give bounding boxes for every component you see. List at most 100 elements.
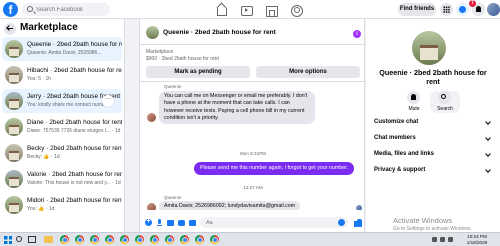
chat-details-panel: Queenie · 2bed 2bath house for rent Mute… (366, 19, 500, 232)
clock[interactable]: 10:24 PM 1/18/2026 (463, 234, 491, 245)
back-button[interactable] (4, 23, 16, 35)
chrome-icon[interactable] (195, 235, 204, 244)
conversation-item[interactable]: Jerry · 2bed 2bath house for rent You: k… (2, 89, 122, 113)
account-avatar[interactable] (487, 3, 500, 16)
thumbs-up-icon[interactable] (354, 218, 362, 227)
search-icon (27, 6, 33, 12)
mute-button[interactable]: Mute (399, 91, 429, 113)
chrome-icon[interactable] (150, 235, 159, 244)
sender-avatar[interactable] (147, 203, 156, 210)
image-icon[interactable] (167, 219, 174, 227)
marketplace-sidebar: Marketplace Queenie · 2bed 2bath house f… (0, 19, 125, 232)
customize-chat-section[interactable]: Customize chat (374, 119, 494, 131)
volume-icon[interactable] (440, 237, 445, 242)
mark-as-pending-button[interactable]: Mark as pending (146, 66, 250, 78)
find-friends-button[interactable]: Find friends (398, 3, 436, 16)
grid-menu-icon (443, 6, 450, 13)
sidebar-title: Marketplace (20, 22, 78, 33)
mute-circle[interactable] (407, 91, 420, 104)
listing-price-title[interactable]: $900 · 2bed 2bath house for rent (146, 56, 219, 62)
conversation-item[interactable]: Valorie · 2bed 2bath house for rent Valo… (2, 167, 122, 191)
message-composer (140, 214, 366, 232)
chat-title[interactable]: Queenie · 2bed 2bath house for rent (163, 29, 276, 36)
bell-icon (476, 6, 481, 12)
search-icon (441, 94, 446, 99)
listing-thumbnail (5, 92, 23, 110)
privacy-support-section[interactable]: Privacy & support (374, 167, 494, 179)
notification-badge: 7 (469, 0, 476, 7)
clock-date: 1/18/2026 (466, 239, 488, 245)
conversation-preview: Queenie: Amita Davis; 2526986... (27, 50, 102, 56)
incoming-message: You can call me on Messenger or email me… (159, 91, 315, 125)
groups-icon[interactable] (290, 4, 303, 17)
file-explorer-icon[interactable] (44, 236, 53, 243)
listing-thumbnail (5, 196, 23, 214)
sticker-icon[interactable] (178, 219, 185, 227)
listing-thumbnail (5, 118, 23, 136)
message-timestamp: 12:27 AM (243, 185, 263, 190)
battery-icon[interactable] (448, 237, 453, 242)
message-input[interactable] (200, 217, 348, 228)
top-navigation-bar: f Find friends 7 (0, 0, 500, 19)
listing-thumbnail (5, 66, 23, 84)
chat-panel: Queenie · 2bed 2bath house for rent i Ma… (139, 19, 366, 232)
facebook-logo[interactable]: f (3, 2, 18, 17)
menu-button[interactable] (440, 3, 453, 16)
info-icon[interactable]: i (353, 30, 361, 38)
search-circle[interactable] (438, 91, 451, 104)
more-options-button[interactable]: More options (256, 66, 360, 78)
media-files-links-section[interactable]: Media, files and links (374, 151, 494, 163)
message-timestamp: Mon 8:31PM (239, 151, 267, 156)
chat-members-section[interactable]: Chat members (374, 135, 494, 147)
system-tray[interactable] (432, 237, 458, 243)
task-view-icon[interactable] (28, 236, 36, 243)
network-icon[interactable] (432, 237, 437, 242)
chrome-icon[interactable] (120, 235, 129, 244)
conversation-item[interactable]: Becky · 2bed 2bath house for rent Becky:… (2, 141, 122, 165)
message-thread: Queenie You can call me on Messenger or … (140, 82, 366, 210)
main-nav (215, 4, 315, 17)
windows-taskbar: 10:24 PM 1/18/2026 (0, 232, 500, 246)
marketplace-icon[interactable] (265, 4, 278, 17)
clock-time: 10:24 PM (467, 234, 487, 239)
details-title: Queenie · 2bed 2bath house for rent (379, 68, 487, 86)
chevron-down-icon (485, 119, 491, 125)
search-box[interactable] (22, 3, 110, 16)
more-options-icon[interactable]: ··· (102, 95, 114, 107)
conversation-item[interactable]: Queenie · 2bed 2bath house for rent Quee… (2, 37, 122, 61)
mute-label: Mute (408, 106, 420, 112)
gif-icon[interactable] (189, 219, 196, 227)
chrome-icon[interactable] (90, 235, 99, 244)
chrome-icon[interactable] (135, 235, 144, 244)
taskbar-search-icon[interactable] (16, 236, 22, 242)
conversation-title: Midori · 2bed 2bath house for rent (27, 197, 122, 204)
listing-thumbnail (5, 144, 23, 162)
activate-windows-title: Activate Windows (393, 216, 453, 225)
messenger-icon (459, 6, 466, 13)
conversation-item[interactable]: Midori · 2bed 2bath house for rent You: … (2, 193, 122, 217)
sender-avatar[interactable] (147, 113, 156, 122)
emoji-icon[interactable] (338, 219, 345, 226)
chat-thumbnail[interactable] (146, 26, 159, 39)
conversation-item[interactable]: Hibachi · 2bed 2bath house for rent You:… (2, 63, 122, 87)
chrome-icon[interactable] (210, 235, 219, 244)
chrome-icon[interactable] (180, 235, 189, 244)
windows-start-icon[interactable] (4, 236, 12, 244)
sender-name: Queenie (164, 195, 182, 200)
plus-icon[interactable] (145, 218, 152, 227)
chrome-icon[interactable] (60, 235, 69, 244)
messenger-button[interactable] (456, 3, 469, 16)
search-conversation-button[interactable]: Search (430, 91, 460, 113)
conversation-item[interactable]: Diane · 2bed 2bath house for rent Diane:… (2, 115, 122, 139)
chrome-icon[interactable] (165, 235, 174, 244)
search-input[interactable] (36, 3, 108, 16)
watch-icon[interactable] (240, 4, 253, 16)
microphone-icon[interactable] (156, 219, 163, 227)
chrome-icon[interactable] (105, 235, 114, 244)
listing-photo[interactable] (412, 31, 446, 65)
chrome-icon[interactable] (75, 235, 84, 244)
section-label: Media, files and links (374, 151, 435, 157)
conversation-preview: You: 5 · 1h (27, 76, 52, 82)
conversation-preview: Becky: 👍 · 1d (27, 154, 60, 160)
home-icon[interactable] (215, 4, 227, 16)
